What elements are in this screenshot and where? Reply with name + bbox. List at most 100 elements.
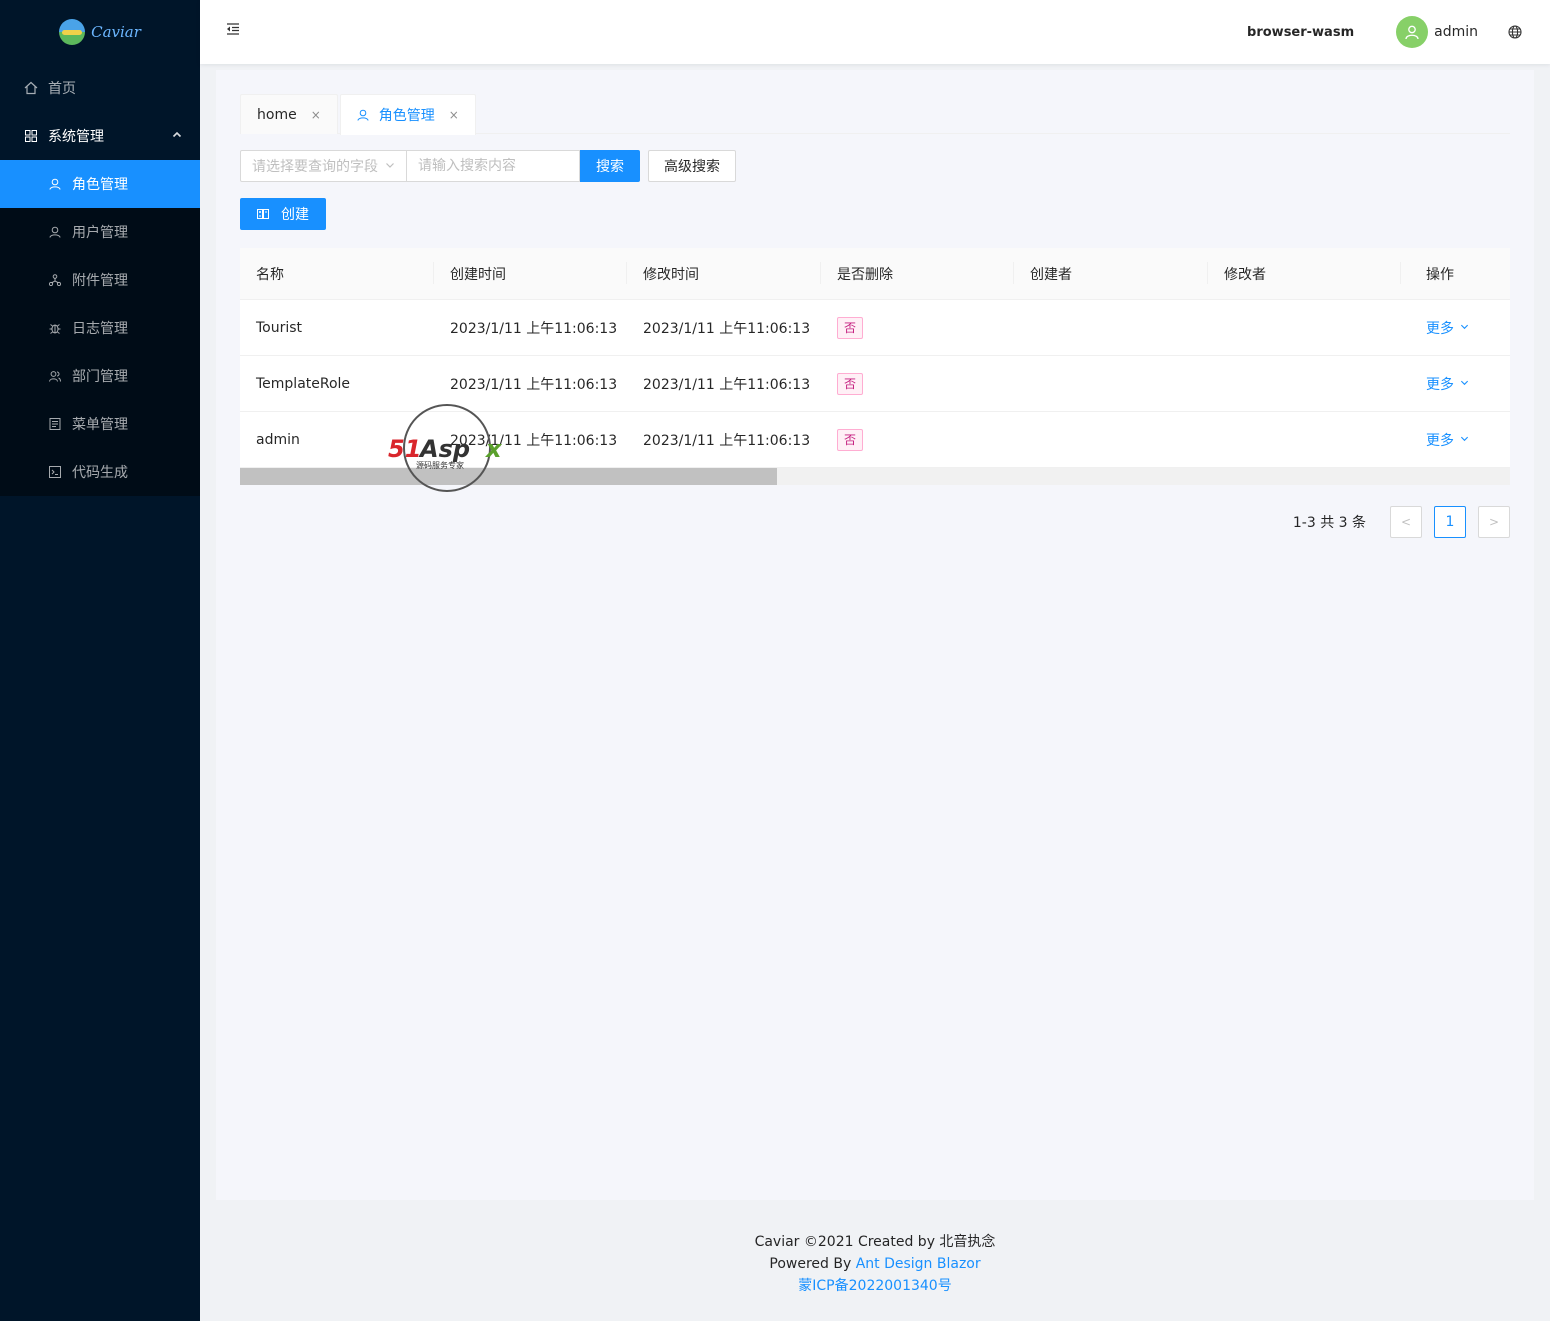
user-icon: [48, 226, 62, 238]
column-header: 修改者: [1208, 248, 1401, 300]
sidebar-item-label: 代码生成: [72, 465, 128, 481]
main-content: home × 角色管理 × 请选择要查询的字段 搜索 高级搜索 创建 名称: [216, 70, 1534, 1200]
search-bar: 请选择要查询的字段 搜索 高级搜索: [240, 150, 736, 182]
status-badge: 否: [837, 317, 864, 339]
page-tabs: home × 角色管理 ×: [240, 94, 1510, 135]
scrollbar-thumb[interactable]: [240, 468, 777, 485]
sidebar-item-label: 部门管理: [72, 369, 128, 385]
globe-icon[interactable]: [1508, 25, 1522, 39]
submenu: 角色管理 用户管理 附件管理 日志管理 部门管理 菜单管理 代码生成: [0, 160, 200, 496]
diff-icon: [257, 208, 269, 220]
cell-created: 2023/1/11 上午11:06:13: [450, 433, 618, 449]
profile-icon: [48, 418, 62, 430]
footer-copyright: Caviar ©2021 Created by 北音执念: [754, 1234, 996, 1250]
more-label: 更多: [1426, 433, 1454, 449]
field-select[interactable]: 请选择要查询的字段: [240, 150, 407, 182]
code-icon: [48, 466, 62, 478]
ant-design-blazor-link[interactable]: Ant Design Blazor: [856, 1256, 981, 1272]
avatar[interactable]: [1396, 16, 1429, 48]
column-header: 修改时间: [627, 248, 821, 300]
tab-label: 角色管理: [378, 108, 435, 124]
pagination-total: 1-3 共 3 条: [1292, 515, 1366, 531]
logo-text: Caviar: [91, 23, 141, 41]
logo[interactable]: Caviar: [0, 0, 200, 64]
cluster-icon: [48, 274, 62, 286]
menu-fold-icon[interactable]: [226, 22, 240, 36]
column-header: 创建者: [1014, 248, 1208, 300]
sidebar-item-role[interactable]: 角色管理: [0, 160, 200, 208]
tab-home[interactable]: home ×: [240, 94, 338, 134]
table-row: TemplateRole 2023/1/11 上午11:06:13 2023/1…: [240, 356, 1510, 412]
sidebar-item-system[interactable]: 系统管理: [0, 112, 200, 160]
tab-role-management[interactable]: 角色管理 ×: [339, 94, 476, 135]
status-badge: 否: [837, 373, 864, 395]
next-page-button[interactable]: >: [1478, 506, 1510, 538]
cell-action: 更多: [1401, 356, 1510, 412]
cell-modified: 2023/1/11 上午11:06:13: [643, 377, 811, 393]
page-1-button[interactable]: 1: [1434, 506, 1466, 538]
icp-link[interactable]: 蒙ICP备2022001340号: [798, 1278, 951, 1294]
sidebar-item-home[interactable]: 首页: [0, 64, 200, 112]
cell-deleted: 否: [821, 412, 1014, 468]
cell-name: Tourist: [256, 320, 303, 336]
footer: Caviar ©2021 Created by 北音执念 Powered By …: [200, 1200, 1550, 1321]
cell-created: 2023/1/11 上午11:06:13: [450, 377, 618, 393]
more-dropdown-link[interactable]: 更多: [1426, 430, 1469, 450]
chevron-down-icon: [385, 160, 395, 173]
close-icon[interactable]: ×: [449, 108, 459, 122]
sidebar-item-label: 附件管理: [72, 273, 128, 289]
sidebar-item-department[interactable]: 部门管理: [0, 352, 200, 400]
sidebar-item-label: 角色管理: [72, 177, 128, 193]
search-input[interactable]: [407, 150, 580, 182]
cell-action: 更多: [1401, 412, 1510, 468]
sidebar-item-label: 日志管理: [72, 321, 128, 337]
user-icon: [48, 178, 62, 190]
cell-deleted: 否: [821, 300, 1014, 356]
field-select-placeholder: 请选择要查询的字段: [252, 159, 378, 175]
cell-action: 更多: [1401, 300, 1510, 356]
create-label: 创建: [281, 207, 309, 223]
prev-page-button[interactable]: <: [1390, 506, 1422, 538]
cell-modifier: [1208, 412, 1401, 468]
chevron-down-icon: [1460, 322, 1469, 334]
column-header: 名称: [240, 248, 434, 300]
sidebar-item-codegen[interactable]: 代码生成: [0, 448, 200, 496]
cell-name: TemplateRole: [256, 376, 351, 392]
logo-icon: [59, 19, 86, 45]
sidebar-item-attachment[interactable]: 附件管理: [0, 256, 200, 304]
appstore-icon: [24, 130, 38, 142]
user-icon: [1405, 25, 1419, 40]
powered-prefix: Powered By: [769, 1256, 852, 1272]
cell-modifier: [1208, 300, 1401, 356]
sidebar-item-label: 菜单管理: [72, 417, 128, 433]
bug-icon: [48, 322, 62, 334]
user-name[interactable]: admin: [1434, 24, 1478, 40]
cell-modifier: [1208, 356, 1401, 412]
tab-label: home: [257, 106, 297, 123]
column-header: 创建时间: [434, 248, 627, 300]
search-button[interactable]: 搜索: [580, 150, 640, 182]
sidebar-item-label: 系统管理: [48, 129, 104, 145]
close-icon[interactable]: ×: [311, 108, 321, 122]
chevron-down-icon: [1460, 378, 1469, 390]
column-header: 是否删除: [821, 248, 1014, 300]
create-button[interactable]: 创建: [240, 198, 326, 230]
more-label: 更多: [1426, 321, 1454, 337]
cell-creator: [1014, 412, 1208, 468]
more-dropdown-link[interactable]: 更多: [1426, 318, 1469, 338]
chevron-down-icon: [1460, 434, 1469, 446]
cell-creator: [1014, 300, 1208, 356]
horizontal-scrollbar[interactable]: [240, 468, 1510, 485]
chevron-up-icon: [172, 130, 182, 143]
more-dropdown-link[interactable]: 更多: [1426, 374, 1469, 394]
sidebar-item-log[interactable]: 日志管理: [0, 304, 200, 352]
sidebar-item-label: 首页: [48, 81, 76, 97]
sidebar-item-user[interactable]: 用户管理: [0, 208, 200, 256]
user-icon: [357, 109, 369, 121]
sidebar-item-menu[interactable]: 菜单管理: [0, 400, 200, 448]
cell-deleted: 否: [821, 356, 1014, 412]
advanced-search-button[interactable]: 高级搜索: [648, 150, 736, 182]
more-label: 更多: [1426, 377, 1454, 393]
team-icon: [48, 370, 62, 382]
cell-creator: [1014, 356, 1208, 412]
